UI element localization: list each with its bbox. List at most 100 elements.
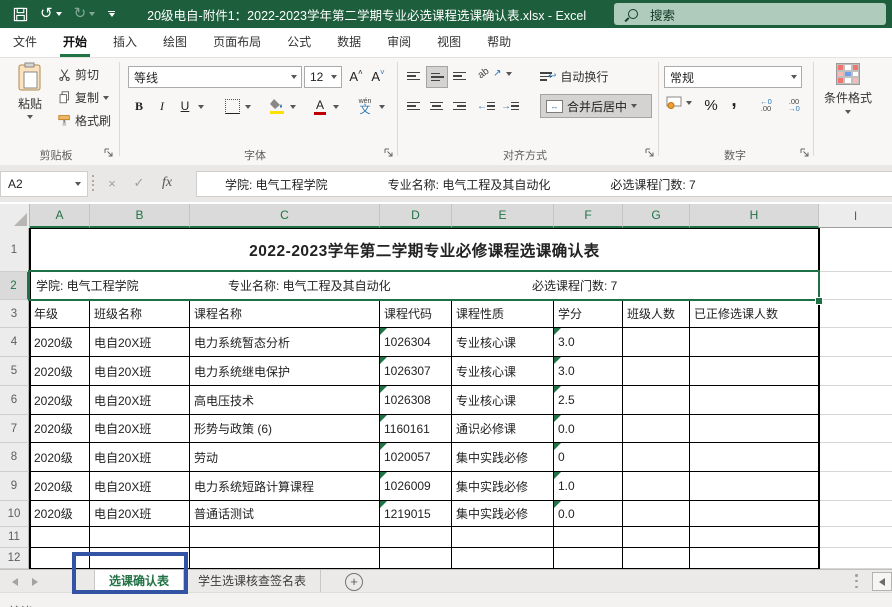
tab-review[interactable]: 审阅 xyxy=(374,28,424,57)
tab-data[interactable]: 数据 xyxy=(324,28,374,57)
col-header-F[interactable]: F xyxy=(554,204,623,228)
cell-G8[interactable] xyxy=(623,443,690,472)
borders-button[interactable] xyxy=(222,96,242,116)
cell-A5[interactable]: 2020级 xyxy=(30,357,90,386)
italic-button[interactable]: I xyxy=(154,96,170,116)
select-all-button[interactable] xyxy=(0,204,30,229)
tab-insert[interactable]: 插入 xyxy=(100,28,150,57)
cell-F9[interactable]: 1.0 xyxy=(554,472,623,501)
add-sheet-button[interactable]: + xyxy=(345,573,363,591)
cell-D6[interactable]: 1026308 xyxy=(380,386,452,415)
fill-color-caret-icon[interactable] xyxy=(290,105,296,109)
cell-B3[interactable]: 班级名称 xyxy=(90,300,190,328)
cell-H4[interactable] xyxy=(690,328,819,357)
cell-E9[interactable]: 集中实践必修 xyxy=(452,472,554,501)
cell-H10[interactable] xyxy=(690,501,819,527)
cell-E8[interactable]: 集中实践必修 xyxy=(452,443,554,472)
cell-H9[interactable] xyxy=(690,472,819,501)
row-header-9[interactable]: 9 xyxy=(0,472,29,501)
bold-button[interactable]: B xyxy=(130,96,148,116)
cell-G4[interactable] xyxy=(623,328,690,357)
col-header-B[interactable]: B xyxy=(90,204,190,228)
merge-center-button[interactable]: ↔ 合并后居中 xyxy=(540,94,652,118)
cell-F4[interactable]: 3.0 xyxy=(554,328,623,357)
align-bottom-button[interactable] xyxy=(449,66,469,86)
cell-A9[interactable]: 2020级 xyxy=(30,472,90,501)
cell-H12[interactable] xyxy=(690,548,819,569)
cell-D9[interactable]: 1026009 xyxy=(380,472,452,501)
save-button[interactable] xyxy=(8,2,33,26)
tab-help[interactable]: 帮助 xyxy=(474,28,524,57)
row-header-12[interactable]: 12 xyxy=(0,548,29,569)
cell-C5[interactable]: 电力系统继电保护 xyxy=(190,357,380,386)
cell-G10[interactable] xyxy=(623,501,690,527)
cell-C6[interactable]: 高电压技术 xyxy=(190,386,380,415)
number-format-select[interactable]: 常规 xyxy=(664,66,802,88)
search-box[interactable]: 搜索 xyxy=(614,3,886,25)
cell-D3[interactable]: 课程代码 xyxy=(380,300,452,328)
cell-A8[interactable]: 2020级 xyxy=(30,443,90,472)
align-top-button[interactable] xyxy=(403,66,423,86)
cell-A11[interactable] xyxy=(30,527,90,548)
row-header-8[interactable]: 8 xyxy=(0,443,29,472)
cell-B8[interactable]: 电自20X班 xyxy=(90,443,190,472)
cell-D4[interactable]: 1026304 xyxy=(380,328,452,357)
row-header-10[interactable]: 10 xyxy=(0,501,29,527)
cell-A2-info[interactable]: 学院: 电气工程学院 专业名称: 电气工程及其自动化 必选课程门数: 7 xyxy=(30,272,819,300)
formula-input[interactable]: 学院: 电气工程学院 专业名称: 电气工程及其自动化 必选课程门数: 7 xyxy=(196,171,892,197)
cell-D8[interactable]: 1020057 xyxy=(380,443,452,472)
cell-H11[interactable] xyxy=(690,527,819,548)
alignment-dialog-launcher-icon[interactable] xyxy=(645,148,655,158)
comma-style-button[interactable]: , xyxy=(726,90,742,112)
cell-E7[interactable]: 通识必修课 xyxy=(452,415,554,443)
shrink-font-button[interactable]: A˅ xyxy=(368,66,388,86)
align-center-button[interactable] xyxy=(426,96,446,116)
col-header-D[interactable]: D xyxy=(380,204,452,228)
cell-E6[interactable]: 专业核心课 xyxy=(452,386,554,415)
prev-sheet-icon[interactable] xyxy=(12,578,18,586)
cell-C12[interactable] xyxy=(190,548,380,569)
cell-H7[interactable] xyxy=(690,415,819,443)
cell-F8[interactable]: 0 xyxy=(554,443,623,472)
cell-F12[interactable] xyxy=(554,548,623,569)
underline-caret-icon[interactable] xyxy=(198,105,204,109)
tab-file[interactable]: 文件 xyxy=(0,28,50,57)
cell-A6[interactable]: 2020级 xyxy=(30,386,90,415)
row-header-5[interactable]: 5 xyxy=(0,357,29,386)
customize-quick-access-button[interactable] xyxy=(102,11,121,18)
cell-B5[interactable]: 电自20X班 xyxy=(90,357,190,386)
row-header-7[interactable]: 7 xyxy=(0,415,29,443)
tab-formulas[interactable]: 公式 xyxy=(274,28,324,57)
row-header-4[interactable]: 4 xyxy=(0,328,29,357)
cell-A7[interactable]: 2020级 xyxy=(30,415,90,443)
cell-A10[interactable]: 2020级 xyxy=(30,501,90,527)
cell-B4[interactable]: 电自20X班 xyxy=(90,328,190,357)
cut-button[interactable]: 剪切 xyxy=(58,66,99,83)
scroll-left-button[interactable] xyxy=(872,572,892,591)
tab-list-icon[interactable] xyxy=(855,574,858,588)
col-header-G[interactable]: G xyxy=(623,204,690,228)
cell-C10[interactable]: 普通话测试 xyxy=(190,501,380,527)
row-header-6[interactable]: 6 xyxy=(0,386,29,415)
conditional-formatting-button[interactable]: 条件格式 xyxy=(820,63,876,114)
undo-caret-icon[interactable] xyxy=(56,12,62,16)
cell-F5[interactable]: 3.0 xyxy=(554,357,623,386)
font-color-caret-icon[interactable] xyxy=(333,105,339,109)
col-header-E[interactable]: E xyxy=(452,204,554,228)
name-box[interactable]: A2 xyxy=(0,171,88,197)
align-middle-button[interactable] xyxy=(426,66,448,88)
cell-D12[interactable] xyxy=(380,548,452,569)
insert-function-button[interactable]: fx xyxy=(155,171,179,195)
cell-F11[interactable] xyxy=(554,527,623,548)
cell-C4[interactable]: 电力系统暂态分析 xyxy=(190,328,380,357)
cell-H8[interactable] xyxy=(690,443,819,472)
sheet-tab-confirmation[interactable]: 选课确认表 xyxy=(94,570,184,593)
font-name-select[interactable]: 等线 xyxy=(128,66,302,88)
col-header-A[interactable]: A xyxy=(30,204,90,228)
row-header-11[interactable]: 11 xyxy=(0,527,29,548)
cell-G9[interactable] xyxy=(623,472,690,501)
percent-style-button[interactable]: % xyxy=(700,94,722,116)
accounting-format-button[interactable] xyxy=(666,96,692,109)
cell-E11[interactable] xyxy=(452,527,554,548)
cell-H6[interactable] xyxy=(690,386,819,415)
